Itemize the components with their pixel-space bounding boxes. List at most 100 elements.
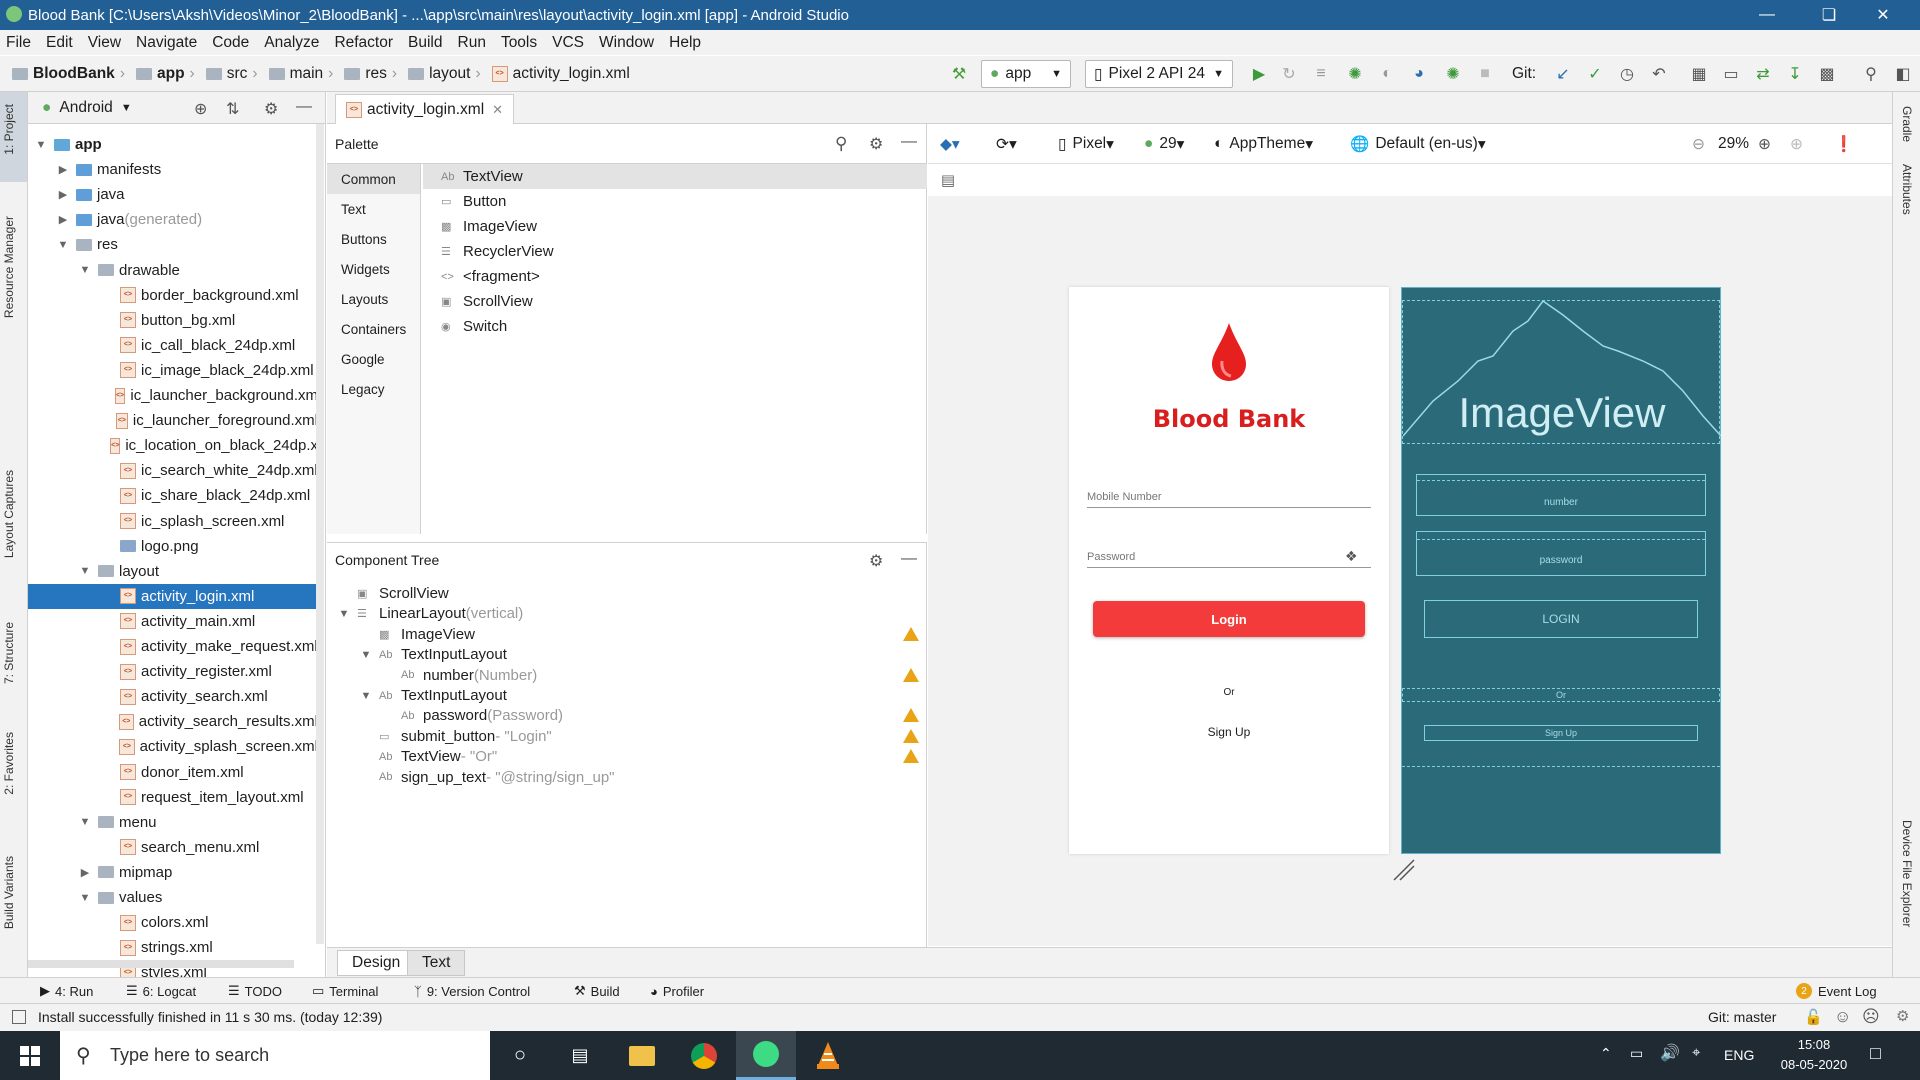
project-tree-item[interactable]: ▶ java (generated) bbox=[28, 207, 318, 232]
project-tree-item[interactable]: <> ic_location_on_black_24dp.x bbox=[28, 433, 318, 458]
project-tree-item[interactable]: ▼ drawable bbox=[28, 258, 318, 283]
chevron-down-icon[interactable]: ▼ bbox=[78, 892, 92, 904]
sign-up-link[interactable]: Sign Up bbox=[1069, 725, 1389, 739]
wifi-icon[interactable]: ⌖ bbox=[1692, 1044, 1700, 1061]
project-tree-item[interactable]: ▶ mipmap bbox=[28, 860, 318, 885]
component-tree-row[interactable]: Ab sign_up_text - "@string/sign_up" bbox=[327, 765, 927, 790]
palette-category-widgets[interactable]: Widgets bbox=[327, 254, 420, 284]
gear-icon[interactable]: ⚙ bbox=[869, 134, 883, 154]
git-commit-icon[interactable]: ✓ bbox=[1585, 64, 1605, 84]
chevron-right-icon[interactable]: ▶ bbox=[56, 188, 70, 201]
chrome-icon[interactable] bbox=[674, 1031, 734, 1080]
minimize-button[interactable]: — bbox=[1744, 0, 1790, 30]
palette-item-button[interactable]: ▭ Button bbox=[423, 189, 927, 214]
tab-text[interactable]: Text bbox=[407, 950, 466, 976]
warning-icon[interactable] bbox=[903, 728, 919, 743]
warning-icon[interactable] bbox=[903, 708, 919, 723]
blueprint-password-field[interactable]: password bbox=[1416, 531, 1706, 576]
menu-run[interactable]: Run bbox=[458, 34, 486, 52]
tab-build-variants[interactable]: Build Variants bbox=[2, 856, 16, 929]
blueprint-login-button[interactable]: LOGIN bbox=[1424, 600, 1698, 638]
menu-vcs[interactable]: VCS bbox=[552, 34, 584, 52]
chevron-down-icon[interactable]: ▼ bbox=[34, 139, 48, 151]
project-tree-item[interactable]: <> ic_image_black_24dp.xml bbox=[28, 358, 318, 383]
tool-event-log[interactable]: 2 Event Log bbox=[1796, 978, 1877, 1004]
project-tree-item[interactable]: ▼ layout bbox=[28, 559, 318, 584]
blueprint-or-text[interactable]: Or bbox=[1402, 688, 1720, 702]
language-indicator[interactable]: ENG bbox=[1724, 1047, 1754, 1063]
tab-project[interactable]: 1: Project bbox=[2, 104, 16, 155]
project-tree-item[interactable]: <> border_background.xml bbox=[28, 283, 318, 308]
project-tree-item[interactable]: ▶ manifests bbox=[28, 157, 318, 182]
tool-version-control[interactable]: ᛉ 9: Version Control bbox=[414, 978, 530, 1004]
vlc-icon[interactable] bbox=[798, 1031, 858, 1080]
palette-category-common[interactable]: Common bbox=[327, 164, 420, 194]
avd-manager-icon[interactable]: ▭ bbox=[1721, 64, 1741, 84]
project-tree-item[interactable]: ▼ res bbox=[28, 232, 318, 257]
palette-item-fragment[interactable]: <> <fragment> bbox=[423, 264, 927, 289]
project-tree-item[interactable]: <> request_item_layout.xml bbox=[28, 785, 318, 810]
project-tree-item[interactable]: <> search_menu.xml bbox=[28, 835, 318, 860]
palette-category-google[interactable]: Google bbox=[327, 344, 420, 374]
tab-resource-manager[interactable]: Resource Manager bbox=[2, 216, 16, 318]
menu-window[interactable]: Window bbox=[599, 34, 654, 52]
frown-icon[interactable]: ☹ bbox=[1862, 1007, 1880, 1027]
tool-profiler[interactable]: ◕ Profiler bbox=[650, 978, 704, 1004]
clock-time[interactable]: 15:08 bbox=[1786, 1037, 1842, 1052]
debug-icon[interactable]: ✺ bbox=[1345, 64, 1365, 84]
palette-item-textview[interactable]: Ab TextView bbox=[423, 164, 927, 189]
resize-handle-icon[interactable] bbox=[1392, 858, 1416, 882]
project-tree-item[interactable]: <> activity_register.xml bbox=[28, 659, 318, 684]
blueprint-imageview[interactable]: ImageView bbox=[1402, 300, 1721, 444]
menu-code[interactable]: Code bbox=[212, 34, 249, 52]
chevron-down-icon[interactable]: ▼ bbox=[359, 690, 373, 702]
tab-activity-login[interactable]: <> activity_login.xml ✕ bbox=[335, 94, 515, 124]
close-button[interactable]: ✕ bbox=[1860, 0, 1906, 30]
project-tree-item[interactable]: ▼ app bbox=[28, 132, 318, 157]
tab-attributes[interactable]: Attributes bbox=[1900, 164, 1914, 215]
tab-device-file-explorer[interactable]: Device File Explorer bbox=[1900, 820, 1914, 927]
project-tree-item[interactable]: ▼ values bbox=[28, 885, 318, 910]
chevron-right-icon[interactable]: ▶ bbox=[78, 866, 92, 879]
visibility-off-icon[interactable]: ❖ bbox=[1345, 548, 1358, 565]
palette-item-recyclerview[interactable]: ☰ RecyclerView bbox=[423, 239, 927, 264]
run-icon[interactable]: ▶ bbox=[1249, 64, 1269, 84]
tool-build[interactable]: ⚒ Build bbox=[574, 978, 620, 1004]
cortana-icon[interactable]: ○ bbox=[490, 1031, 550, 1080]
tab-gradle[interactable]: Gradle bbox=[1900, 106, 1914, 142]
project-tree-item[interactable]: <> ic_search_white_24dp.xml bbox=[28, 458, 318, 483]
profile-icon[interactable]: ◕ bbox=[1409, 64, 1429, 84]
menu-view[interactable]: View bbox=[88, 34, 121, 52]
project-tree-item[interactable]: <> donor_item.xml bbox=[28, 760, 318, 785]
project-tree-item[interactable]: <> activity_splash_screen.xml bbox=[28, 734, 318, 759]
locate-icon[interactable]: ⊕ bbox=[194, 99, 207, 119]
chevron-down-icon[interactable]: ▼ bbox=[337, 608, 351, 620]
palette-item-imageview[interactable]: ▩ ImageView bbox=[423, 214, 927, 239]
palette-item-switch[interactable]: ◉ Switch bbox=[423, 314, 927, 339]
search-everywhere-icon[interactable]: ⚲ bbox=[1861, 64, 1881, 84]
warning-icon[interactable] bbox=[903, 626, 919, 641]
project-tree-item[interactable]: <> activity_search.xml bbox=[28, 684, 318, 709]
project-view-select[interactable]: Android bbox=[59, 99, 112, 117]
blueprint-signup-text[interactable]: Sign Up bbox=[1424, 725, 1698, 741]
coverage-icon[interactable]: ◐ bbox=[1377, 64, 1397, 84]
menu-help[interactable]: Help bbox=[669, 34, 701, 52]
volume-icon[interactable]: 🔊 bbox=[1660, 1043, 1680, 1063]
apply-code-changes-icon[interactable]: ≡ bbox=[1311, 64, 1331, 84]
error-icon[interactable]: ❗ bbox=[1834, 124, 1853, 164]
blueprint-preview[interactable]: ImageView number password LOGIN Or Sign … bbox=[1401, 287, 1721, 854]
project-hscrollbar[interactable] bbox=[28, 960, 294, 968]
chevron-down-icon[interactable]: ▼ bbox=[56, 239, 70, 251]
project-tree-item[interactable]: <> activity_login.xml bbox=[28, 583, 318, 609]
gear-icon[interactable]: ⚙ bbox=[869, 551, 883, 571]
palette-category-buttons[interactable]: Buttons bbox=[327, 224, 420, 254]
tab-layout-captures[interactable]: Layout Captures bbox=[2, 470, 16, 558]
project-tree-item[interactable]: <> strings.xml bbox=[28, 935, 318, 960]
hide-panel-icon[interactable]: — bbox=[296, 98, 312, 116]
theme-select[interactable]: ◐ AppTheme ▾ bbox=[1214, 124, 1313, 164]
zoom-out-icon[interactable]: ⊖ bbox=[1692, 124, 1705, 164]
password-field[interactable]: Password bbox=[1087, 551, 1135, 563]
sidebar-toggle-icon[interactable]: ◧ bbox=[1893, 64, 1913, 84]
notifications-icon[interactable]: ⚙ bbox=[1896, 1007, 1909, 1025]
tool-run[interactable]: ▶ 4: Run bbox=[40, 978, 93, 1004]
